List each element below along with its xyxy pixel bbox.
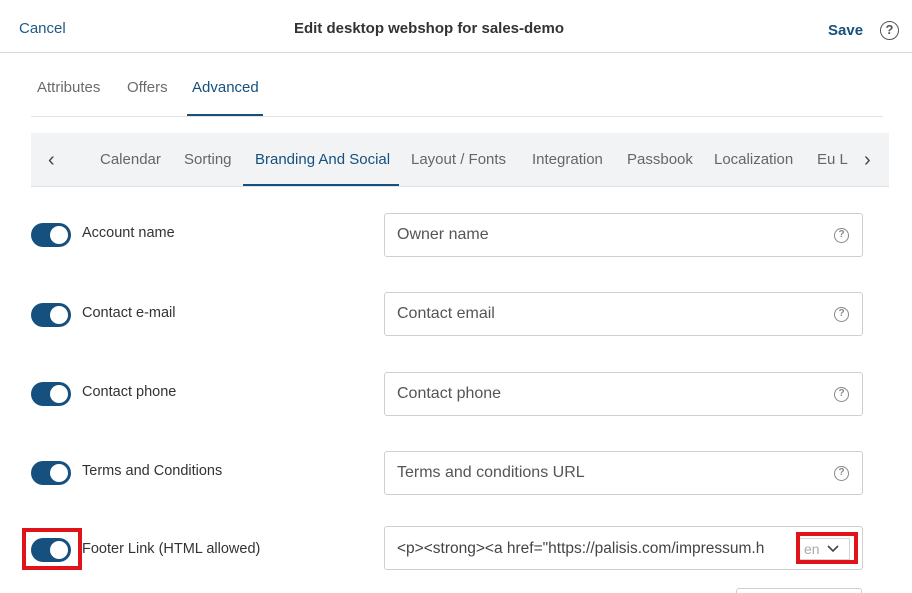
contact-email-label: Contact e-mail xyxy=(82,305,176,321)
contact-email-toggle[interactable] xyxy=(31,303,71,327)
sub-tabs: ‹ Calendar Sorting Branding And Social L… xyxy=(31,133,889,187)
terms-url-input[interactable] xyxy=(397,462,817,484)
language-highlight xyxy=(796,532,858,564)
tab-attributes[interactable]: Attributes xyxy=(37,79,100,96)
contact-phone-label: Contact phone xyxy=(82,384,177,400)
subtab-localization[interactable]: Localization xyxy=(714,151,793,168)
next-field-edge xyxy=(736,588,862,593)
active-subtab-indicator xyxy=(243,184,399,186)
question-circle-icon[interactable]: ? xyxy=(834,387,849,402)
toggle-knob xyxy=(50,385,68,403)
footer-link-input[interactable]: <p><strong><a href="https://palisis.com/… xyxy=(397,540,789,558)
contact-email-field: ? xyxy=(384,292,863,336)
toggle-knob xyxy=(50,226,68,244)
contact-email-input[interactable] xyxy=(397,303,817,325)
contact-phone-input[interactable] xyxy=(397,383,817,405)
question-circle-icon[interactable]: ? xyxy=(834,228,849,243)
subtab-passbook[interactable]: Passbook xyxy=(627,151,693,168)
question-circle-icon[interactable]: ? xyxy=(834,307,849,322)
terms-toggle[interactable] xyxy=(31,461,71,485)
subtab-integration[interactable]: Integration xyxy=(532,151,603,168)
active-tab-indicator xyxy=(187,114,263,116)
top-bar: Cancel Edit desktop webshop for sales-de… xyxy=(0,0,912,53)
chevron-right-icon[interactable]: › xyxy=(860,150,875,170)
main-tabs: Attributes Offers Advanced xyxy=(31,63,883,117)
account-name-toggle[interactable] xyxy=(31,223,71,247)
subtab-branding-and-social[interactable]: Branding And Social xyxy=(255,151,390,168)
owner-name-input[interactable] xyxy=(397,224,817,246)
terms-url-field: ? xyxy=(384,451,863,495)
contact-phone-toggle[interactable] xyxy=(31,382,71,406)
tab-advanced[interactable]: Advanced xyxy=(192,79,259,96)
contact-phone-field: ? xyxy=(384,372,863,416)
subtab-sorting[interactable]: Sorting xyxy=(184,151,232,168)
toggle-highlight xyxy=(22,528,82,570)
account-name-label: Account name xyxy=(82,225,175,241)
toggle-knob xyxy=(50,306,68,324)
footer-link-field: <p><strong><a href="https://palisis.com/… xyxy=(384,526,863,570)
question-circle-icon[interactable]: ? xyxy=(834,466,849,481)
terms-label: Terms and Conditions xyxy=(82,463,223,479)
chevron-left-icon[interactable]: ‹ xyxy=(48,150,55,170)
tab-offers[interactable]: Offers xyxy=(127,79,168,96)
toggle-knob xyxy=(50,464,68,482)
save-button[interactable]: Save xyxy=(828,22,863,39)
subtab-layout-fonts[interactable]: Layout / Fonts xyxy=(411,151,506,168)
owner-name-field: ? xyxy=(384,213,863,257)
subtab-eu-l[interactable]: Eu L xyxy=(817,151,848,168)
help-icon[interactable]: ? xyxy=(880,21,899,40)
page-title: Edit desktop webshop for sales-demo xyxy=(293,20,565,37)
footer-link-label: Footer Link (HTML allowed) xyxy=(82,541,261,557)
subtab-calendar[interactable]: Calendar xyxy=(100,151,161,168)
